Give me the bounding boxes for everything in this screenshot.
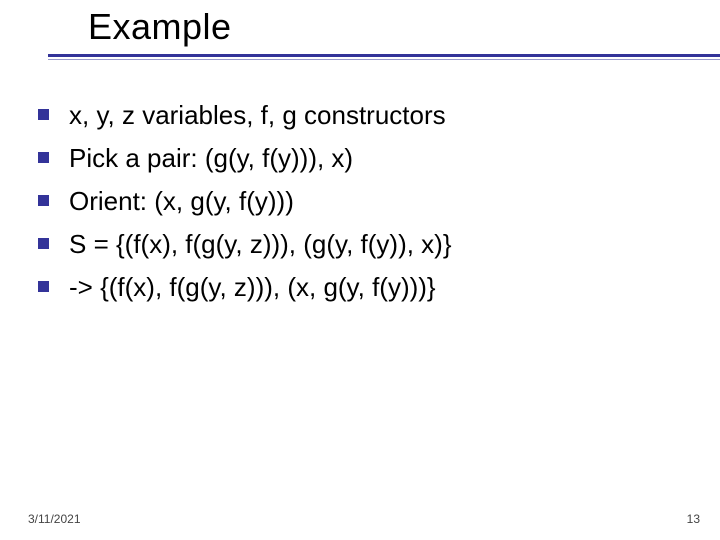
- square-bullet-icon: [38, 109, 49, 120]
- square-bullet-icon: [38, 238, 49, 249]
- list-item: S = {(f(x), f(g(y, z))), (g(y, f(y)), x)…: [38, 227, 700, 262]
- footer: 3/11/2021 13: [28, 512, 700, 526]
- square-bullet-icon: [38, 195, 49, 206]
- list-item-text: x, y, z variables, f, g constructors: [69, 98, 446, 133]
- list-item-text: Orient: (x, g(y, f(y))): [69, 184, 294, 219]
- slide-title: Example: [0, 6, 720, 54]
- list-item-text: -> {(f(x), f(g(y, z))), (x, g(y, f(y)))}: [69, 270, 436, 305]
- title-block: Example: [0, 6, 720, 60]
- title-rule-thick: [48, 54, 720, 57]
- list-item: Orient: (x, g(y, f(y))): [38, 184, 700, 219]
- square-bullet-icon: [38, 281, 49, 292]
- list-item-text: S = {(f(x), f(g(y, z))), (g(y, f(y)), x)…: [69, 227, 452, 262]
- title-rule-thin: [48, 59, 720, 60]
- list-item: x, y, z variables, f, g constructors: [38, 98, 700, 133]
- list-item-text: Pick a pair: (g(y, f(y))), x): [69, 141, 353, 176]
- bullet-list: x, y, z variables, f, g constructors Pic…: [38, 98, 700, 313]
- footer-date: 3/11/2021: [28, 512, 81, 526]
- list-item: -> {(f(x), f(g(y, z))), (x, g(y, f(y)))}: [38, 270, 700, 305]
- square-bullet-icon: [38, 152, 49, 163]
- footer-page-number: 13: [687, 512, 700, 526]
- list-item: Pick a pair: (g(y, f(y))), x): [38, 141, 700, 176]
